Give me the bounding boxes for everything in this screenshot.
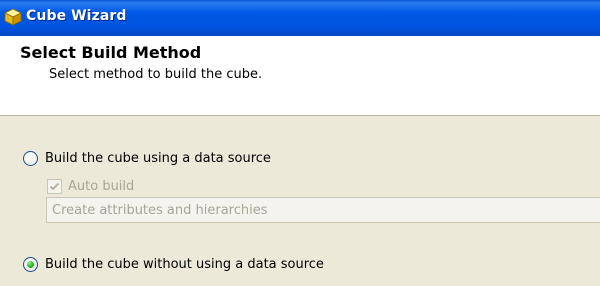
wizard-header: Select Build Method Select method to bui… [0, 36, 600, 116]
radio-build-with-data-source[interactable] [23, 151, 38, 166]
cube-icon [4, 8, 22, 26]
radio-build-without-data-source[interactable] [23, 257, 38, 272]
page-title: Select Build Method [20, 43, 202, 62]
auto-build-mode-select[interactable]: Create attributes and hierarchies [46, 197, 600, 223]
radio-build-without-data-source-label[interactable]: Build the cube without using a data sour… [45, 257, 324, 272]
auto-build-label[interactable]: Auto build [68, 179, 134, 194]
check-icon [49, 182, 60, 191]
auto-build-checkbox[interactable] [47, 179, 62, 194]
window-title: Cube Wizard [26, 8, 127, 24]
title-bar[interactable]: Cube Wizard [0, 0, 600, 36]
auto-build-mode-value: Create attributes and hierarchies [52, 203, 268, 218]
page-subtitle: Select method to build the cube. [49, 67, 263, 82]
radio-build-with-data-source-label[interactable]: Build the cube using a data source [45, 151, 271, 166]
